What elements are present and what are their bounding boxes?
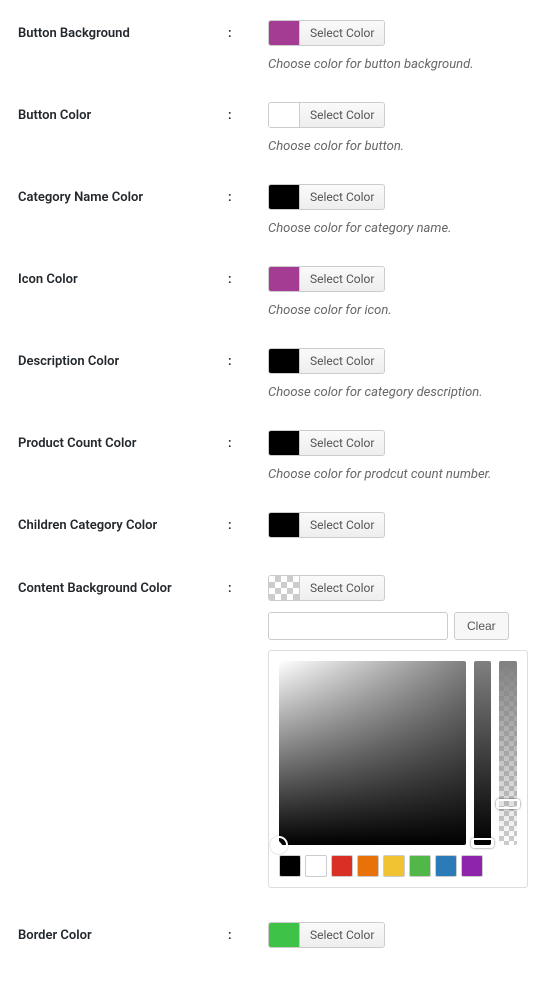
clear-button[interactable]: Clear [454, 612, 509, 640]
field-button-color: Button Color : Select Color Choose color… [18, 102, 536, 172]
palette-swatch[interactable] [435, 855, 457, 877]
color-swatch [269, 349, 299, 373]
saturation-cursor-icon[interactable] [270, 836, 288, 854]
select-color-button[interactable]: Select Color [299, 185, 384, 209]
palette-row [279, 855, 517, 877]
color-swatch [269, 21, 299, 45]
field-children-category-color: Children Category Color : Select Color [18, 512, 536, 541]
colon: : [228, 266, 268, 287]
field-product-count-color: Product Count Color : Select Color Choos… [18, 430, 536, 500]
color-picker-panel [268, 650, 528, 888]
label-border-color: Border Color [18, 922, 228, 943]
palette-swatch[interactable] [279, 855, 301, 877]
palette-swatch[interactable] [461, 855, 483, 877]
color-picker-border-color[interactable]: Select Color [268, 922, 385, 948]
color-picker-content-background-color[interactable]: Select Color [268, 575, 385, 601]
colon: : [228, 575, 268, 596]
colon: : [228, 430, 268, 451]
field-border-color: Border Color : Select Color [18, 922, 536, 951]
alpha-slider-handle[interactable] [496, 799, 520, 809]
color-picker-button-color[interactable]: Select Color [268, 102, 385, 128]
field-content-background-color: Content Background Color : Select Color … [18, 575, 536, 888]
palette-swatch[interactable] [409, 855, 431, 877]
palette-swatch[interactable] [305, 855, 327, 877]
color-swatch [269, 923, 299, 947]
label-icon-color: Icon Color [18, 266, 228, 287]
color-picker-product-count-color[interactable]: Select Color [268, 430, 385, 456]
hex-input[interactable] [268, 612, 448, 640]
colon: : [228, 512, 268, 533]
hue-slider-handle[interactable] [471, 838, 495, 848]
color-swatch-transparent [269, 576, 299, 600]
color-picker-icon-color[interactable]: Select Color [268, 266, 385, 292]
select-color-button[interactable]: Select Color [299, 21, 384, 45]
color-picker-button-background[interactable]: Select Color [268, 20, 385, 46]
select-color-button[interactable]: Select Color [299, 431, 384, 455]
colon: : [228, 348, 268, 369]
color-swatch [269, 513, 299, 537]
select-color-button[interactable]: Select Color [299, 513, 384, 537]
colon: : [228, 922, 268, 943]
alpha-strip[interactable] [499, 661, 517, 845]
field-description: Choose color for category description. [268, 385, 536, 400]
select-color-button[interactable]: Select Color [299, 103, 384, 127]
select-color-button[interactable]: Select Color [299, 267, 384, 291]
colon: : [228, 184, 268, 205]
label-product-count-color: Product Count Color [18, 430, 228, 451]
select-color-button[interactable]: Select Color [299, 923, 384, 947]
colon: : [228, 102, 268, 123]
color-picker-children-category-color[interactable]: Select Color [268, 512, 385, 538]
label-content-background-color: Content Background Color [18, 575, 228, 596]
field-description: Choose color for prodcut count number. [268, 467, 536, 482]
label-description-color: Description Color [18, 348, 228, 369]
field-button-background: Button Background : Select Color Choose … [18, 20, 536, 90]
select-color-button[interactable]: Select Color [299, 576, 384, 600]
hex-input-row: Clear [268, 612, 536, 640]
color-swatch [269, 185, 299, 209]
select-color-button[interactable]: Select Color [299, 349, 384, 373]
field-category-name-color: Category Name Color : Select Color Choos… [18, 184, 536, 254]
field-icon-color: Icon Color : Select Color Choose color f… [18, 266, 536, 336]
palette-swatch[interactable] [357, 855, 379, 877]
hue-strip[interactable] [474, 661, 492, 845]
label-button-background: Button Background [18, 20, 228, 41]
label-category-name-color: Category Name Color [18, 184, 228, 205]
color-picker-category-name-color[interactable]: Select Color [268, 184, 385, 210]
label-button-color: Button Color [18, 102, 228, 123]
color-swatch [269, 103, 299, 127]
colon: : [228, 20, 268, 41]
field-description: Choose color for category name. [268, 221, 536, 236]
saturation-box[interactable] [279, 661, 466, 845]
color-swatch [269, 431, 299, 455]
field-description: Choose color for button. [268, 139, 536, 154]
label-children-category-color: Children Category Color [18, 512, 228, 533]
field-description-color: Description Color : Select Color Choose … [18, 348, 536, 418]
palette-swatch[interactable] [383, 855, 405, 877]
color-picker-description-color[interactable]: Select Color [268, 348, 385, 374]
palette-swatch[interactable] [331, 855, 353, 877]
field-description: Choose color for button background. [268, 57, 536, 72]
color-swatch [269, 267, 299, 291]
field-description: Choose color for icon. [268, 303, 536, 318]
